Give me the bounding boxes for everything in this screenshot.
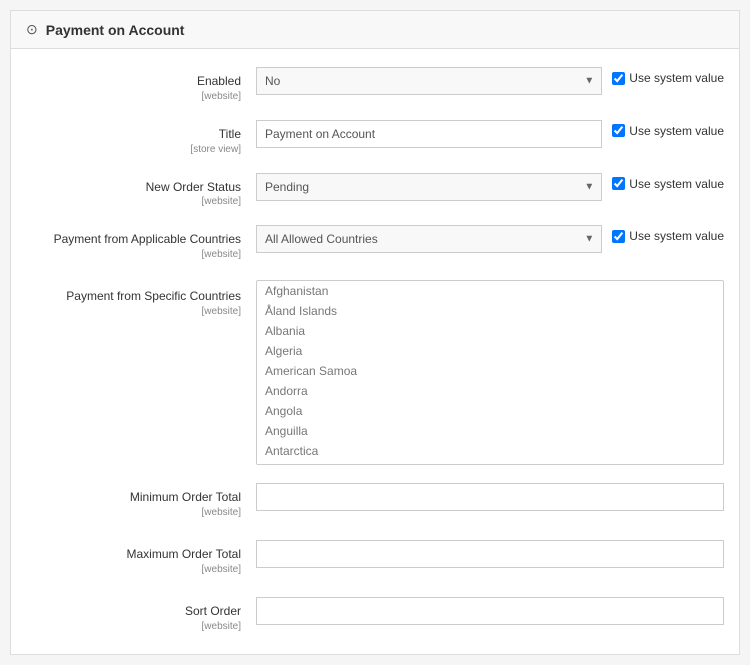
new-order-status-row: New Order Status [website] Pending Proce… bbox=[11, 165, 739, 218]
new-order-status-select[interactable]: Pending Processing bbox=[256, 173, 602, 201]
title-control: Use system value bbox=[256, 120, 724, 148]
new-order-status-checkbox[interactable] bbox=[612, 177, 625, 190]
new-order-status-select-wrap: Pending Processing ▼ bbox=[256, 173, 602, 201]
applicable-countries-checkbox[interactable] bbox=[612, 230, 625, 243]
sort-order-label: Sort Order [website] bbox=[26, 597, 256, 634]
minimum-order-total-control bbox=[256, 483, 724, 511]
section-header[interactable]: ⊙ Payment on Account bbox=[11, 11, 739, 49]
title-label: Title [store view] bbox=[26, 120, 256, 157]
maximum-order-total-control bbox=[256, 540, 724, 568]
minimum-order-total-row: Minimum Order Total [website] bbox=[11, 473, 739, 530]
specific-countries-control: Afghanistan Åland Islands Albania Algeri… bbox=[256, 280, 724, 465]
list-item[interactable]: Andorra bbox=[257, 381, 723, 401]
new-order-status-use-system-value[interactable]: Use system value bbox=[612, 173, 724, 191]
list-item[interactable]: Angola bbox=[257, 401, 723, 421]
applicable-countries-row: Payment from Applicable Countries [websi… bbox=[11, 217, 739, 270]
payment-on-account-section: ⊙ Payment on Account Enabled [website] N… bbox=[10, 10, 740, 655]
collapse-icon: ⊙ bbox=[26, 21, 38, 38]
maximum-order-total-label: Maximum Order Total [website] bbox=[26, 540, 256, 577]
enabled-select[interactable]: No Yes bbox=[256, 67, 602, 95]
specific-countries-listbox[interactable]: Afghanistan Åland Islands Albania Algeri… bbox=[256, 280, 724, 465]
applicable-countries-use-system-value[interactable]: Use system value bbox=[612, 225, 724, 243]
new-order-status-label: New Order Status [website] bbox=[26, 173, 256, 210]
list-item[interactable]: Antarctica bbox=[257, 441, 723, 461]
title-input[interactable] bbox=[256, 120, 602, 148]
maximum-order-total-input[interactable] bbox=[256, 540, 724, 568]
sort-order-row: Sort Order [website] bbox=[11, 587, 739, 644]
title-row: Title [store view] Use system value bbox=[11, 112, 739, 165]
list-item[interactable]: Algeria bbox=[257, 341, 723, 361]
section-content: Enabled [website] No Yes ▼ Use system va… bbox=[11, 49, 739, 654]
specific-countries-label: Payment from Specific Countries [website… bbox=[26, 280, 256, 319]
applicable-countries-select-wrap: All Allowed Countries Specific Countries… bbox=[256, 225, 602, 253]
enabled-system-checkbox[interactable] bbox=[612, 72, 625, 85]
enabled-row: Enabled [website] No Yes ▼ Use system va… bbox=[11, 59, 739, 112]
list-item[interactable]: American Samoa bbox=[257, 361, 723, 381]
applicable-countries-select[interactable]: All Allowed Countries Specific Countries bbox=[256, 225, 602, 253]
section-title: Payment on Account bbox=[46, 22, 185, 38]
list-item[interactable]: Åland Islands bbox=[257, 301, 723, 321]
list-item[interactable]: Albania bbox=[257, 321, 723, 341]
maximum-order-total-row: Maximum Order Total [website] bbox=[11, 530, 739, 587]
title-use-system-value[interactable]: Use system value bbox=[612, 120, 724, 138]
specific-countries-listbox-wrap: Afghanistan Åland Islands Albania Algeri… bbox=[256, 280, 724, 465]
title-system-checkbox[interactable] bbox=[612, 124, 625, 137]
minimum-order-total-input[interactable] bbox=[256, 483, 724, 511]
enabled-control: No Yes ▼ Use system value bbox=[256, 67, 724, 95]
specific-countries-row: Payment from Specific Countries [website… bbox=[11, 270, 739, 473]
list-item[interactable]: Afghanistan bbox=[257, 281, 723, 301]
new-order-status-control: Pending Processing ▼ Use system value bbox=[256, 173, 724, 201]
applicable-countries-control: All Allowed Countries Specific Countries… bbox=[256, 225, 724, 253]
list-item[interactable]: Anguilla bbox=[257, 421, 723, 441]
minimum-order-total-label: Minimum Order Total [website] bbox=[26, 483, 256, 520]
sort-order-input[interactable] bbox=[256, 597, 724, 625]
sort-order-control bbox=[256, 597, 724, 625]
enabled-use-system-value[interactable]: Use system value bbox=[612, 67, 724, 85]
applicable-countries-label: Payment from Applicable Countries [websi… bbox=[26, 225, 256, 262]
list-item[interactable]: Antigua & Barbuda bbox=[257, 461, 723, 465]
enabled-label: Enabled [website] bbox=[26, 67, 256, 104]
enabled-select-wrap: No Yes ▼ bbox=[256, 67, 602, 95]
